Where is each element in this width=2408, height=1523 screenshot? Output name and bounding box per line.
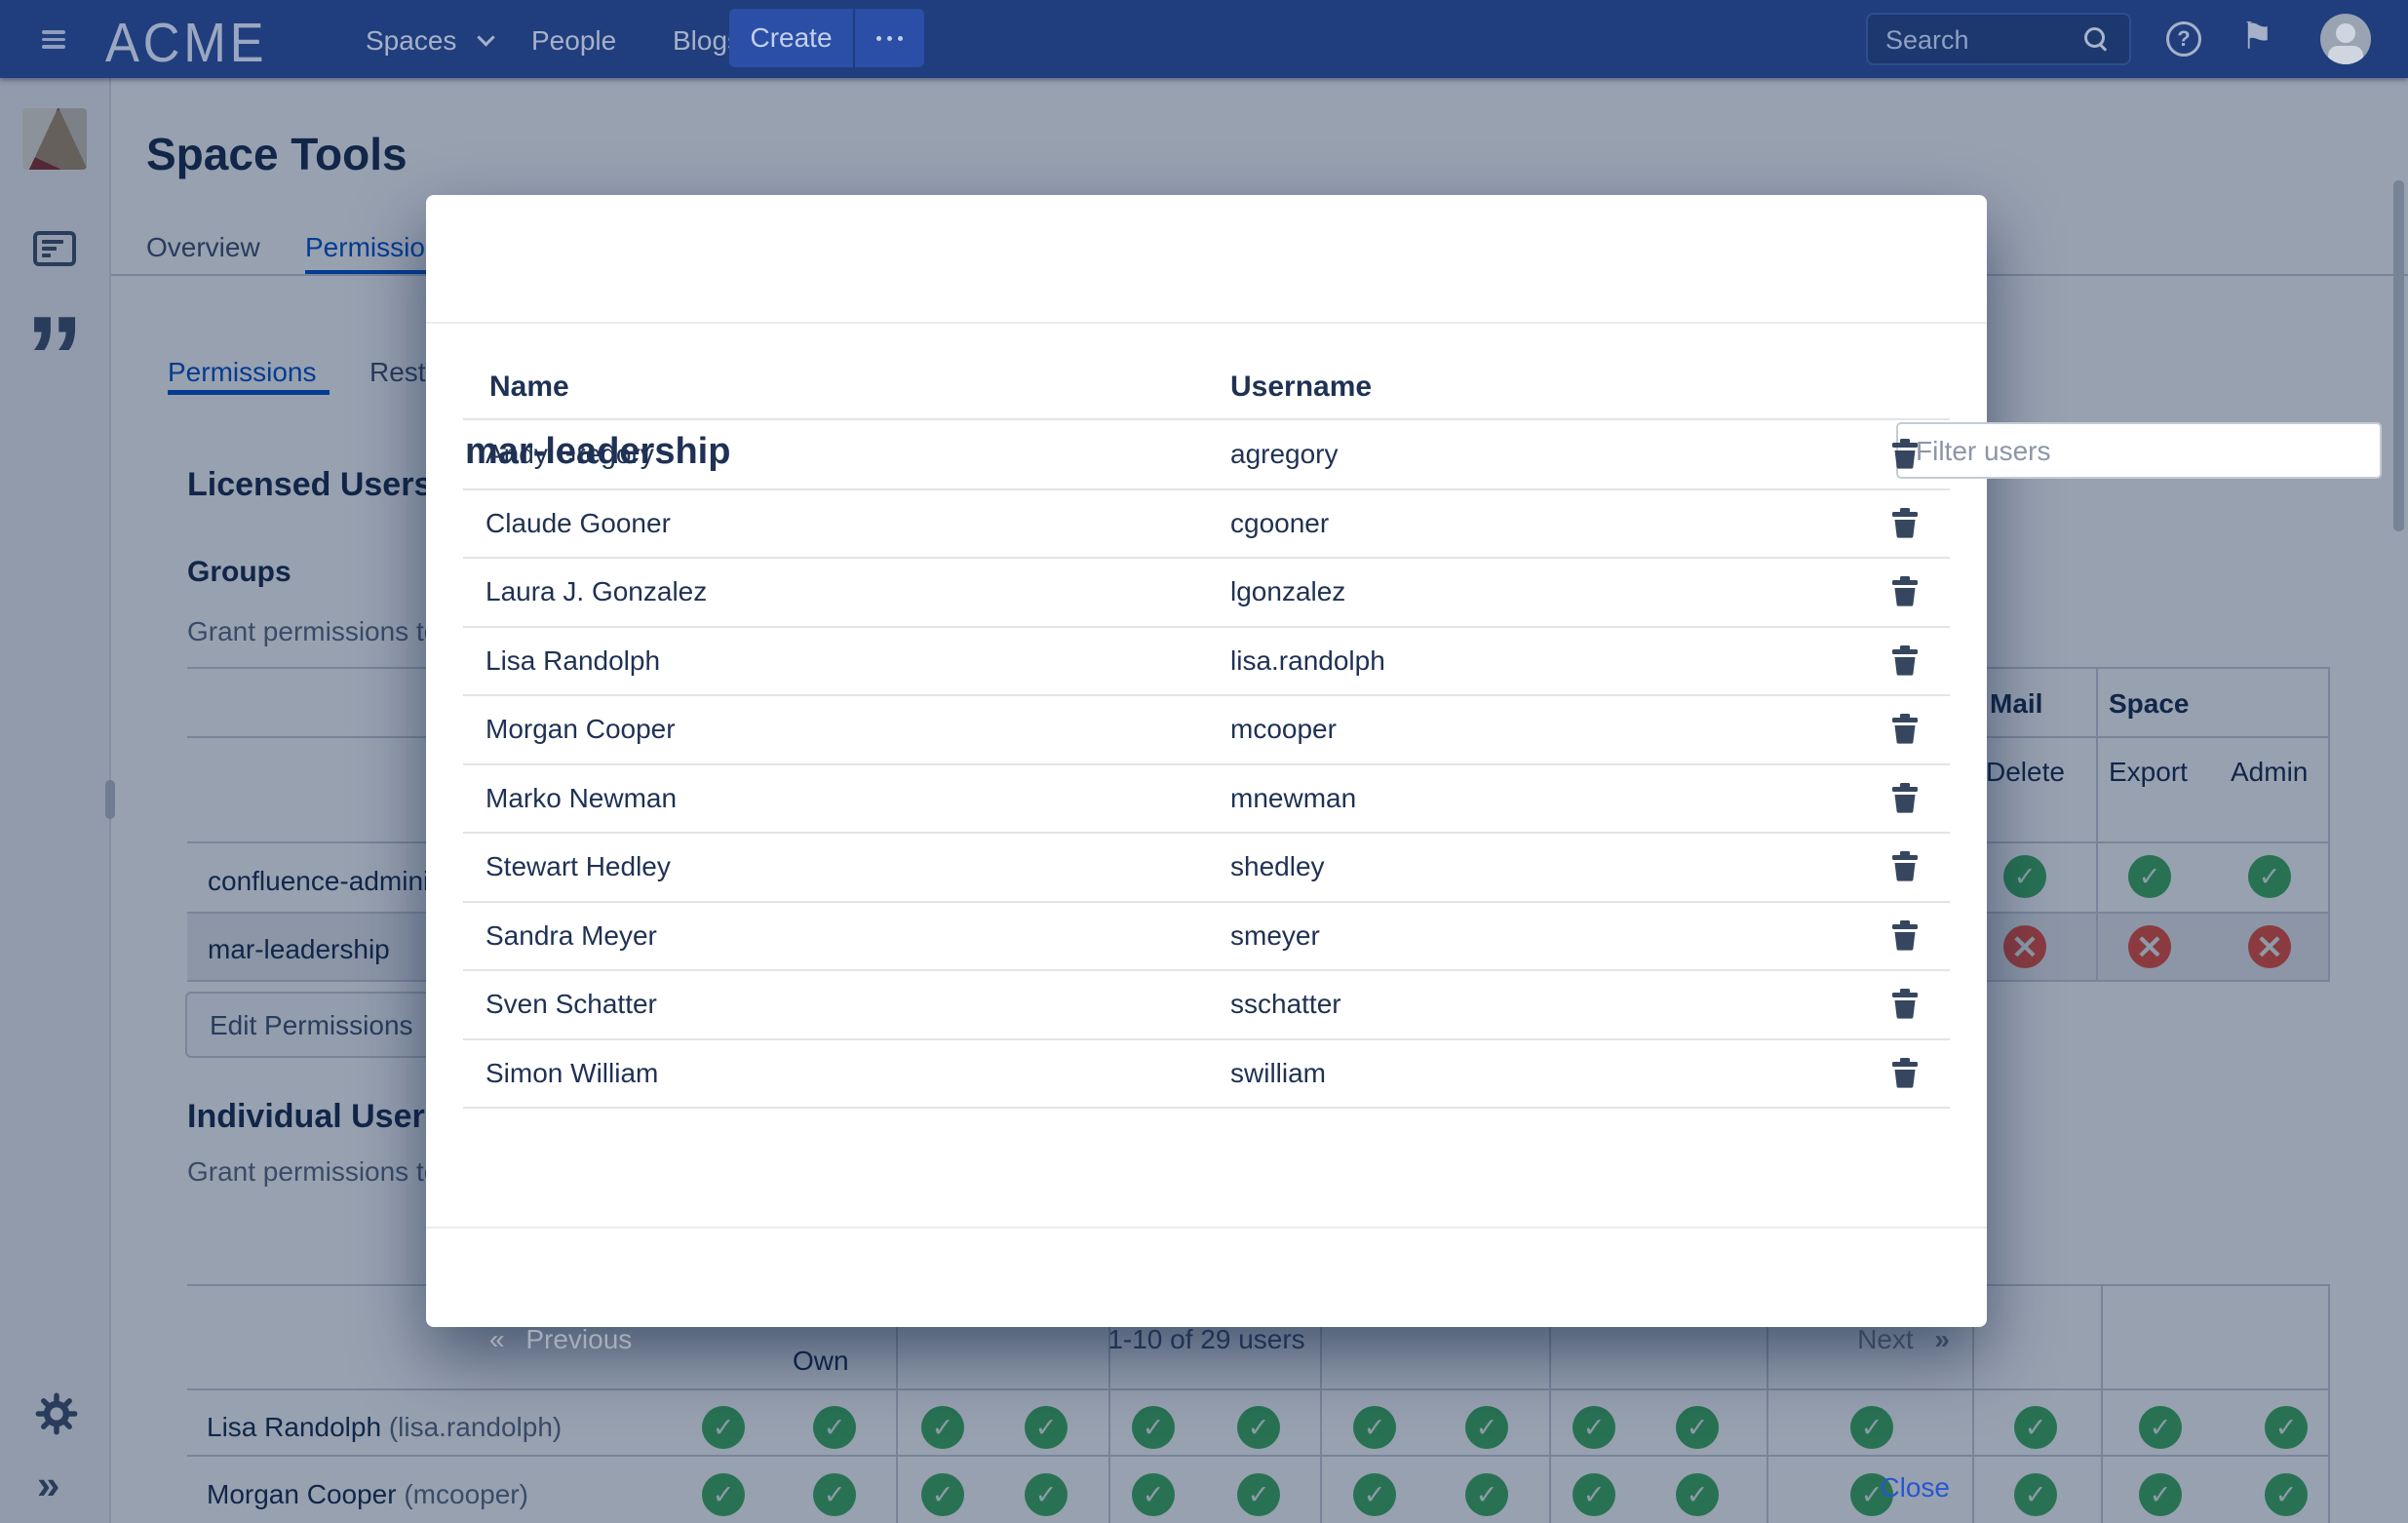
- row-divider: [463, 488, 1950, 490]
- user-row-name: Lisa Randolph: [485, 645, 660, 677]
- user-row-name: Claude Gooner: [485, 508, 671, 539]
- row-divider: [463, 1107, 1950, 1109]
- search-icon[interactable]: [2084, 27, 2108, 51]
- filter-users-input[interactable]: [1914, 430, 2366, 473]
- help-icon[interactable]: ?: [2166, 21, 2201, 57]
- user-row-name: Simon William: [485, 1058, 658, 1089]
- trash-icon[interactable]: [1892, 783, 1918, 813]
- trash-icon[interactable]: [1892, 989, 1918, 1019]
- search-box: [1866, 13, 2131, 65]
- user-row-username: lgonzalez: [1230, 576, 1345, 607]
- confluence-space-tools-screen: ” » Space Tools Overview Permissions: [0, 0, 2408, 1523]
- trash-icon[interactable]: [1892, 851, 1918, 881]
- hamburger-menu-icon[interactable]: [42, 30, 65, 49]
- group-members-dialog: mar-leadership Name Username Andy Gregor…: [426, 195, 1987, 1327]
- pagination-next[interactable]: Next »: [1857, 1324, 1950, 1355]
- trash-icon[interactable]: [1892, 714, 1918, 744]
- flag-icon[interactable]: ⚑: [2240, 18, 2273, 55]
- app-navbar: ACME Spaces People Blogs Create ? ⚑: [0, 0, 2408, 78]
- trash-icon[interactable]: [1892, 439, 1918, 469]
- pagination-range: 1-10 of 29 users: [426, 1324, 1987, 1355]
- row-divider: [463, 626, 1950, 628]
- double-chevron-right-icon: »: [1934, 1324, 1950, 1354]
- trash-icon[interactable]: [1892, 508, 1918, 538]
- user-row-name: Sandra Meyer: [485, 920, 657, 952]
- nav-spaces[interactable]: Spaces: [366, 25, 456, 57]
- row-divider: [463, 832, 1950, 834]
- trash-icon[interactable]: [1892, 1058, 1918, 1088]
- user-row-name: Stewart Hedley: [485, 851, 671, 882]
- nav-people[interactable]: People: [531, 25, 616, 57]
- row-divider: [463, 763, 1950, 765]
- trash-icon[interactable]: [1892, 645, 1918, 676]
- user-row-name: Morgan Cooper: [485, 714, 676, 745]
- trash-icon[interactable]: [1892, 576, 1918, 606]
- column-username: Username: [1230, 371, 1372, 405]
- user-row-username: cgooner: [1230, 508, 1329, 539]
- user-row-username: mnewman: [1230, 783, 1356, 814]
- row-divider: [463, 901, 1950, 903]
- user-row-username: lisa.randolph: [1230, 645, 1385, 677]
- next-label: Next: [1857, 1324, 1914, 1354]
- user-row-username: swilliam: [1230, 1058, 1326, 1089]
- row-divider: [463, 1038, 1950, 1040]
- trash-icon[interactable]: [1892, 920, 1918, 951]
- user-row-username: mcooper: [1230, 714, 1337, 745]
- brand-logo[interactable]: ACME: [105, 12, 267, 76]
- row-divider: [463, 694, 1950, 696]
- create-split-button: Create: [729, 9, 924, 67]
- user-row-name: Marko Newman: [485, 783, 677, 814]
- create-more-button[interactable]: [855, 9, 924, 67]
- user-row-name: Sven Schatter: [485, 989, 657, 1020]
- user-row-name: Andy Gregory: [485, 439, 654, 470]
- user-row-username: agregory: [1230, 439, 1339, 470]
- filter-users-box: [1896, 422, 2382, 479]
- chevron-down-icon: [477, 28, 494, 46]
- row-divider: [463, 557, 1950, 559]
- close-button[interactable]: Close: [1880, 1472, 1950, 1503]
- column-name: Name: [489, 371, 569, 405]
- avatar[interactable]: [2320, 14, 2371, 64]
- dialog-footer-divider: [426, 1227, 1987, 1229]
- dialog-header-divider: [426, 322, 1987, 324]
- create-button[interactable]: Create: [729, 9, 855, 67]
- table-header-line: [463, 418, 1950, 420]
- user-row-username: smeyer: [1230, 920, 1320, 952]
- user-row-name: Laura J. Gonzalez: [485, 576, 707, 607]
- search-input[interactable]: [1884, 19, 2073, 61]
- row-divider: [463, 969, 1950, 971]
- user-row-username: shedley: [1230, 851, 1325, 882]
- user-row-username: sschatter: [1230, 989, 1341, 1020]
